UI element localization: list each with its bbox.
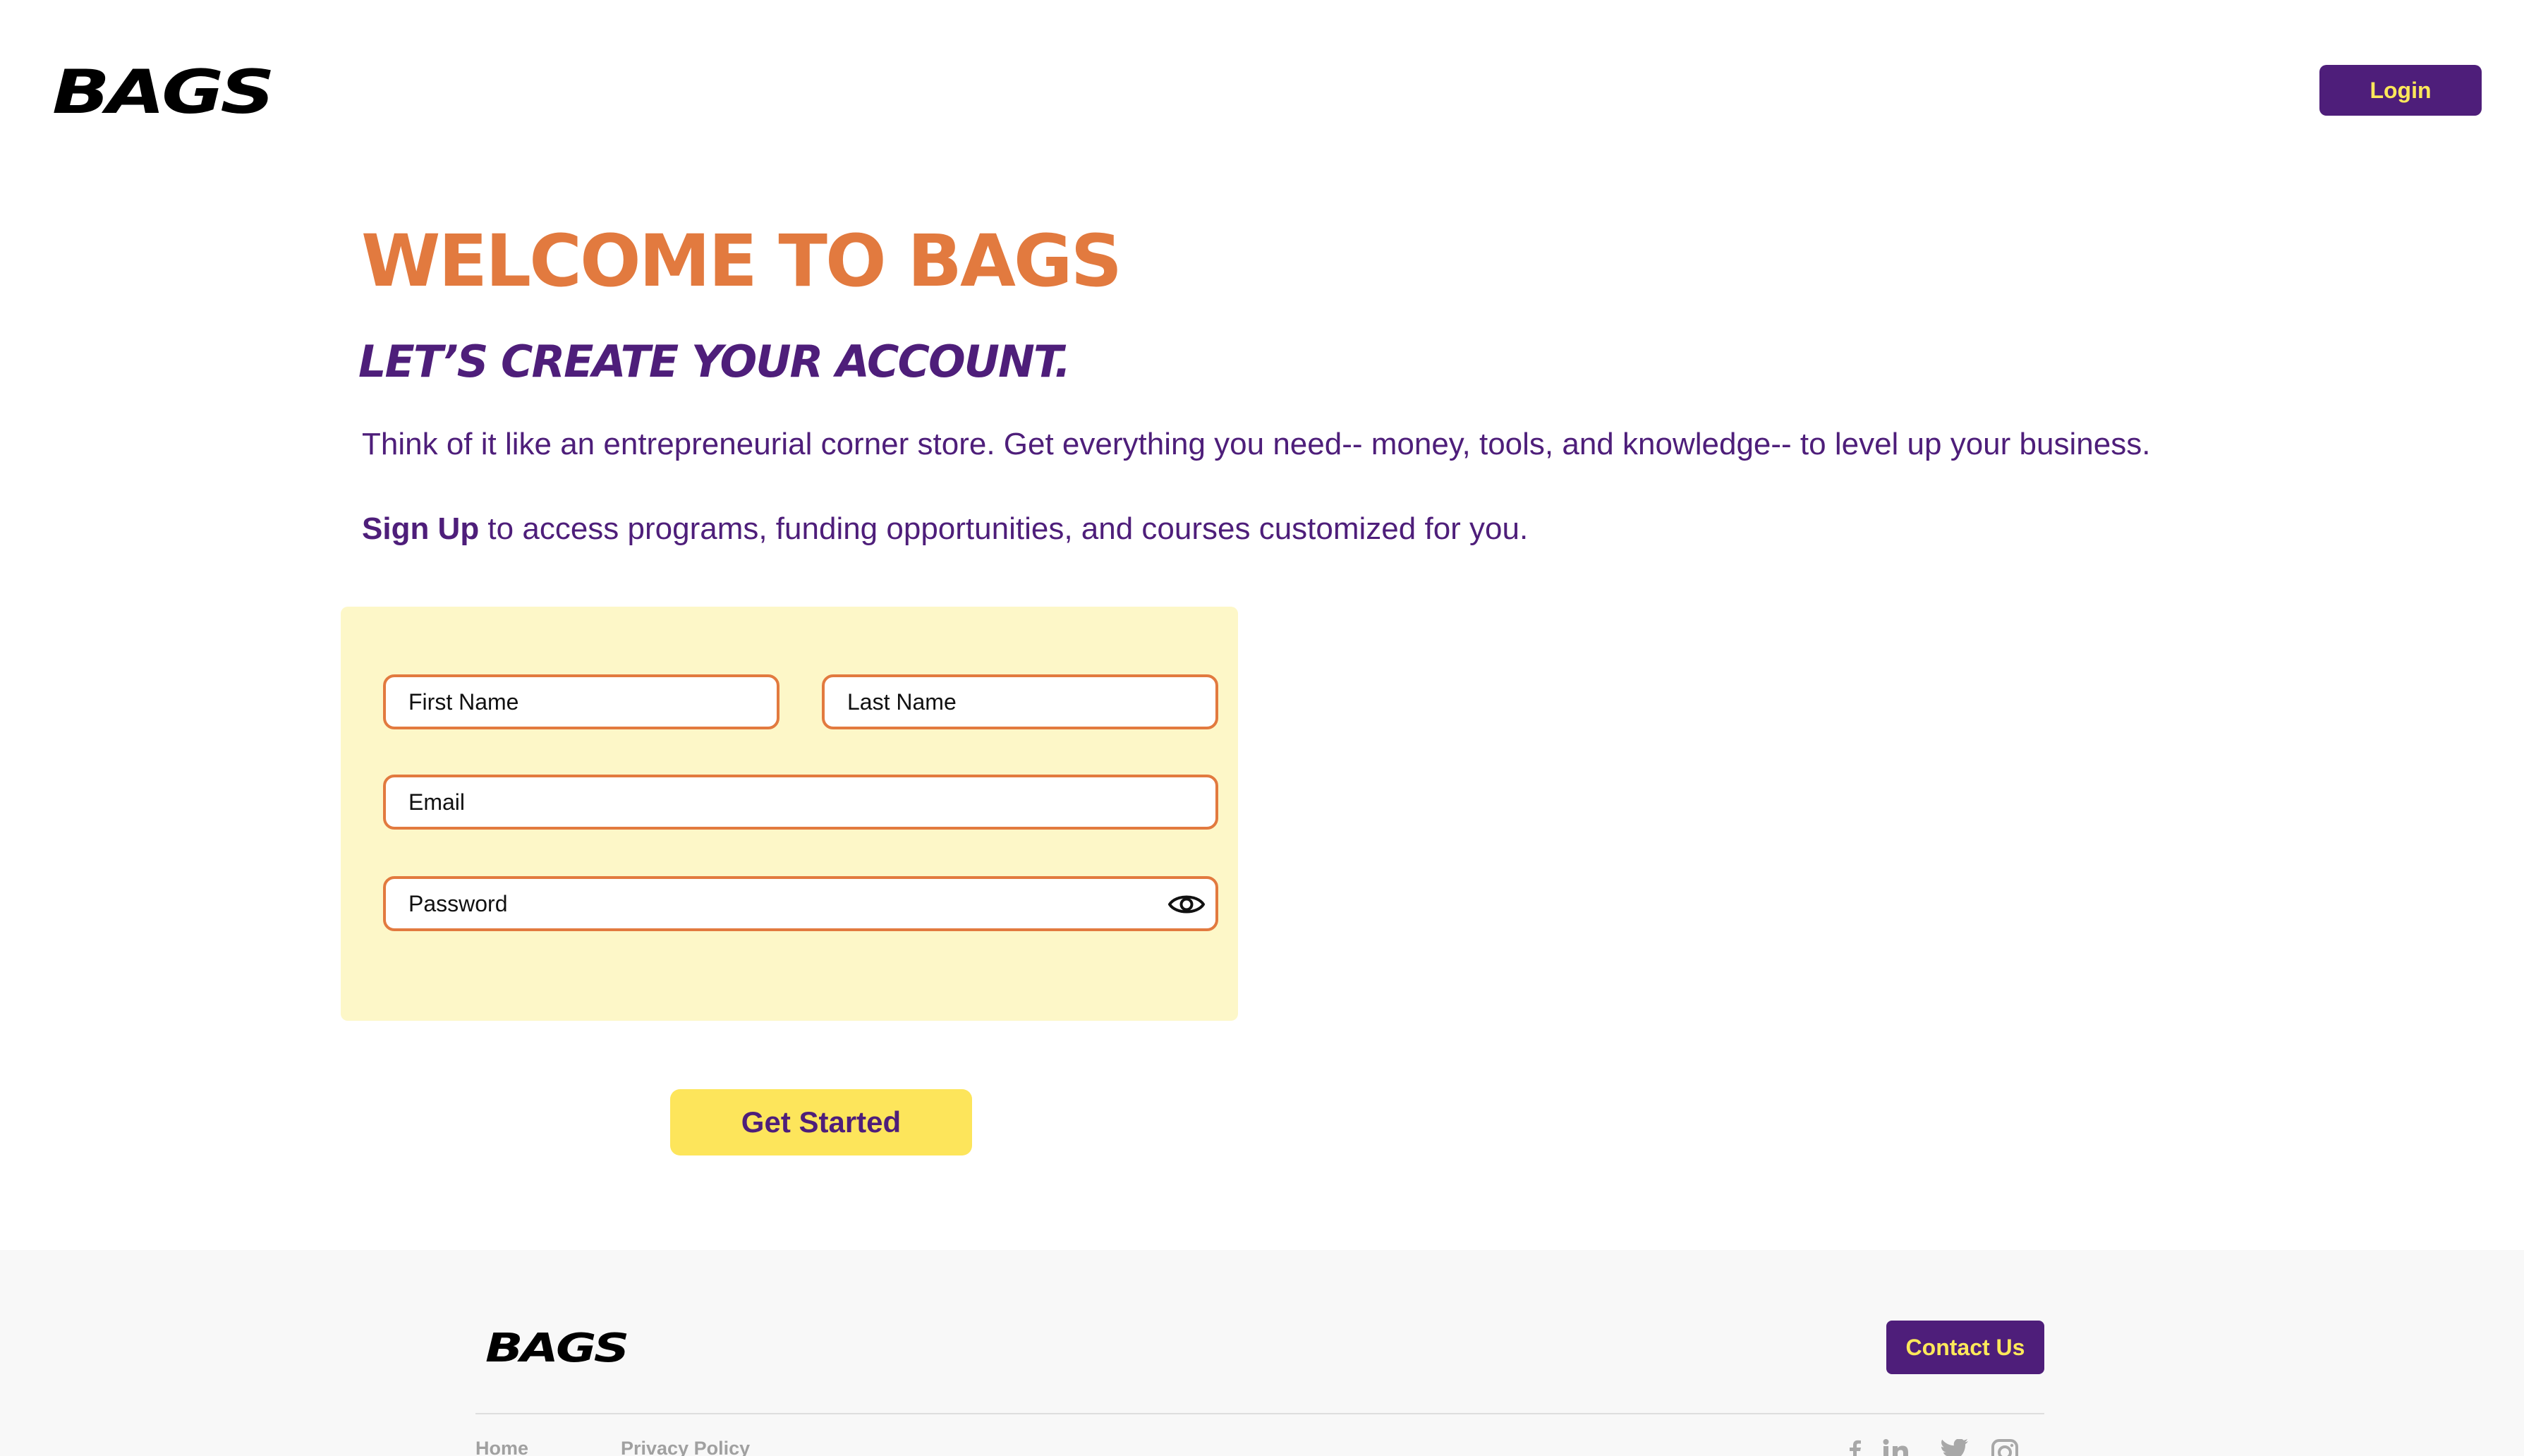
footer-link-privacy-policy[interactable]: Privacy Policy bbox=[621, 1438, 750, 1456]
last-name-field[interactable] bbox=[822, 674, 1218, 729]
footer-divider bbox=[475, 1413, 2044, 1414]
signup-description-text: to access programs, funding opportunitie… bbox=[479, 511, 1529, 546]
signup-form bbox=[341, 607, 1238, 1021]
page-title: WELCOME TO BAGS bbox=[361, 219, 1122, 303]
get-started-button[interactable]: Get Started bbox=[670, 1089, 972, 1155]
bags-logo[interactable]: BAGS bbox=[52, 62, 275, 123]
signup-description: Sign Up to access programs, funding oppo… bbox=[362, 511, 2196, 547]
password-field[interactable] bbox=[383, 876, 1218, 931]
intro-paragraph: Think of it like an entrepreneurial corn… bbox=[362, 427, 2151, 461]
first-name-field[interactable] bbox=[383, 674, 779, 729]
contact-us-button[interactable]: Contact Us bbox=[1886, 1321, 2044, 1374]
facebook-icon[interactable] bbox=[1846, 1439, 1863, 1456]
footer-link-home[interactable]: Home bbox=[475, 1438, 528, 1456]
linkedin-icon[interactable] bbox=[1882, 1439, 1913, 1456]
signup-emphasis: Sign Up bbox=[362, 511, 480, 546]
instagram-icon[interactable] bbox=[1991, 1439, 2019, 1456]
twitter-icon[interactable] bbox=[1938, 1439, 1970, 1456]
email-field[interactable] bbox=[383, 775, 1218, 830]
eye-icon[interactable] bbox=[1167, 889, 1206, 920]
site-footer: BAGS Contact Us Home Privacy Policy bbox=[0, 1250, 2524, 1456]
footer-logo[interactable]: BAGS bbox=[485, 1329, 629, 1369]
login-button[interactable]: Login bbox=[2319, 65, 2482, 116]
page-subtitle: LET’S CREATE YOUR ACCOUNT. bbox=[358, 336, 1071, 387]
